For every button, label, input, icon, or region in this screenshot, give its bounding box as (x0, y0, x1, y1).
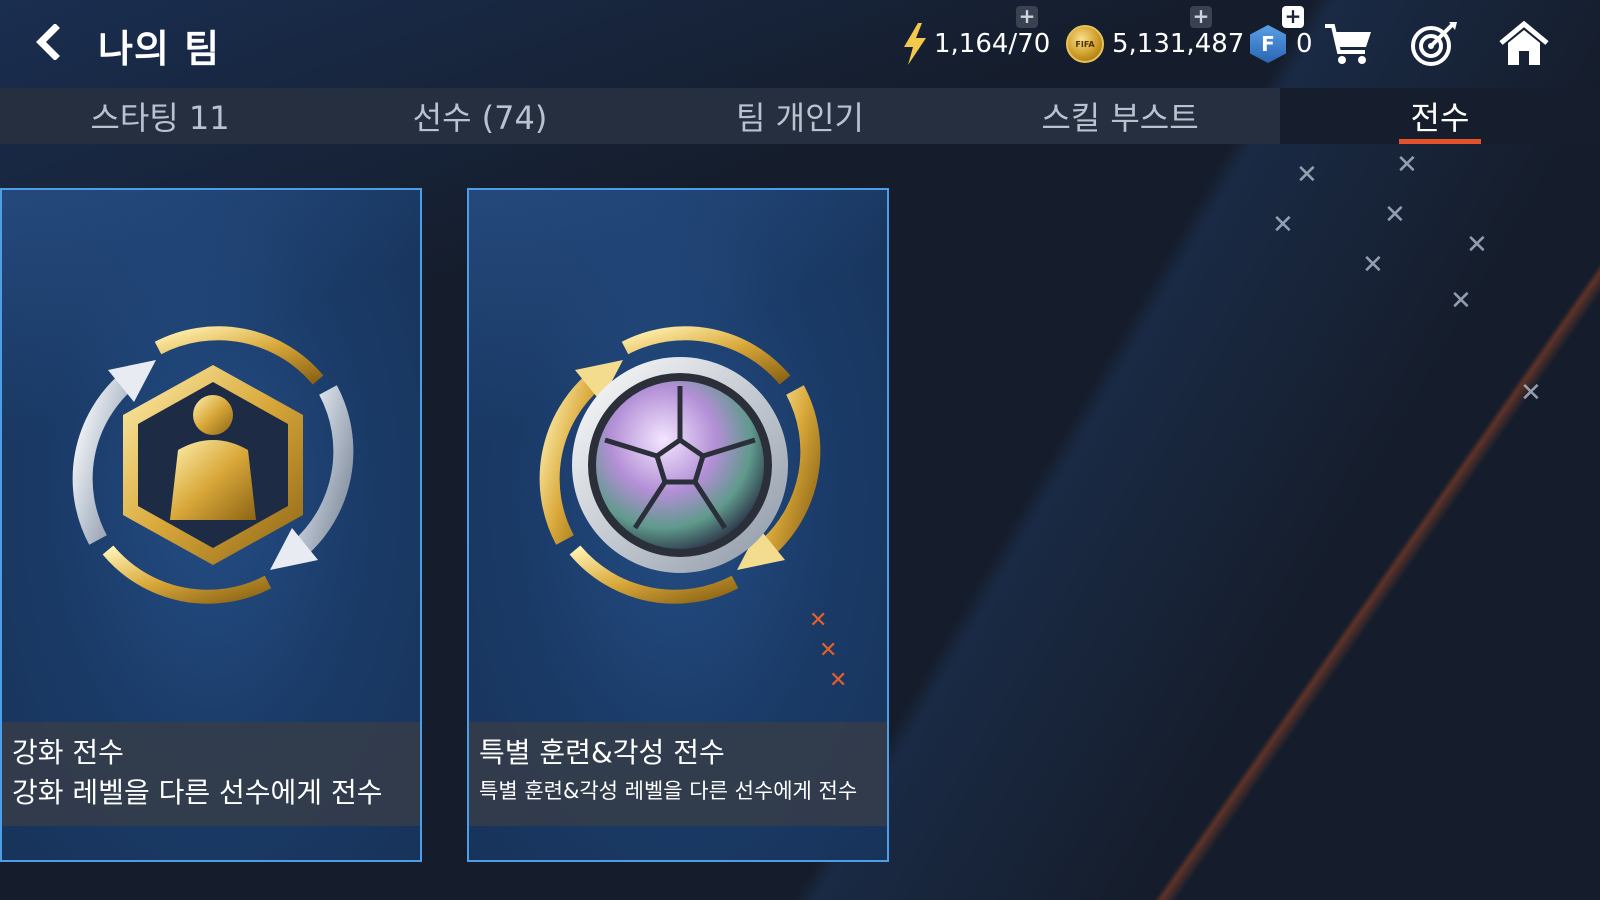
enhancement-transfer-card[interactable]: 강화 전수 강화 레벨을 다른 선수에게 전수 (0, 188, 422, 862)
tab-starting-11[interactable]: 스타팅 11 (0, 88, 320, 144)
page-title: 나의 팀 (98, 27, 221, 71)
cart-icon (1325, 24, 1371, 64)
decor-cross: ✕ (1396, 150, 1418, 180)
coins-value: 5,131,487 (1112, 29, 1245, 59)
objectives-button[interactable] (1406, 18, 1462, 70)
card-description: 강화 레벨을 다른 선수에게 전수 (12, 776, 383, 809)
decor-cross: ✕ (819, 638, 838, 663)
decor-cross: ✕ (1362, 250, 1384, 280)
player-transfer-icon (72, 326, 354, 604)
card-description: 특별 훈련&각성 레벨을 다른 선수에게 전수 (479, 779, 858, 803)
tab-bar: 스타팅 11 선수 (74) 팀 개인기 스킬 부스트 전수 (0, 88, 1600, 144)
decor-cross: ✕ (1520, 378, 1542, 408)
f-point-icon: F (1250, 25, 1286, 63)
card-info: 강화 전수 강화 레벨을 다른 선수에게 전수 (2, 722, 420, 826)
tab-transfer[interactable]: 전수 (1280, 88, 1600, 144)
decor-cross: ✕ (1450, 286, 1472, 316)
home-button[interactable] (1496, 18, 1552, 70)
fifa-points-display[interactable]: F 0 (1250, 22, 1313, 66)
decor-cross: ✕ (1384, 200, 1406, 230)
add-fifa-points-button[interactable]: + (1282, 6, 1304, 28)
decor-cross: ✕ (1466, 230, 1488, 260)
card-title: 특별 훈련&각성 전수 (479, 736, 725, 769)
decor-cross: ✕ (1272, 210, 1294, 240)
fifa-points-value: 0 (1296, 29, 1313, 59)
decor-cross: ✕ (829, 668, 848, 693)
shop-button[interactable] (1320, 18, 1376, 70)
tab-players[interactable]: 선수 (74) (320, 88, 640, 144)
card-title: 강화 전수 (12, 736, 124, 769)
coins-display[interactable]: FIFA 5,131,487 (1066, 22, 1244, 66)
coin-icon: FIFA (1066, 25, 1104, 63)
tab-team-skills[interactable]: 팀 개인기 (640, 88, 960, 144)
back-button[interactable] (26, 20, 70, 64)
add-coins-button[interactable]: + (1190, 6, 1212, 28)
decor-cross: ✕ (809, 608, 828, 633)
back-arrow-icon (36, 24, 60, 60)
add-energy-button[interactable]: + (1016, 6, 1038, 28)
target-icon (1411, 22, 1457, 66)
ball-transfer-icon (539, 326, 821, 604)
special-training-transfer-card[interactable]: ✕ ✕ ✕ 특별 훈련&각성 전수 특별 훈련&각성 레벨을 다른 선수에게 전… (467, 188, 889, 862)
lightning-icon (904, 23, 926, 65)
energy-value: 1,164/70 (934, 29, 1051, 59)
tab-skill-boost[interactable]: 스킬 부스트 (960, 88, 1280, 144)
energy-display[interactable]: 1,164/70 (902, 22, 1050, 66)
home-icon (1499, 21, 1549, 65)
top-bar: 나의 팀 1,164/70 + FIFA 5,131,487 + F 0 + (0, 0, 1600, 88)
card-info: 특별 훈련&각성 전수 특별 훈련&각성 레벨을 다른 선수에게 전수 (469, 722, 887, 826)
decor-cross: ✕ (1296, 160, 1318, 190)
